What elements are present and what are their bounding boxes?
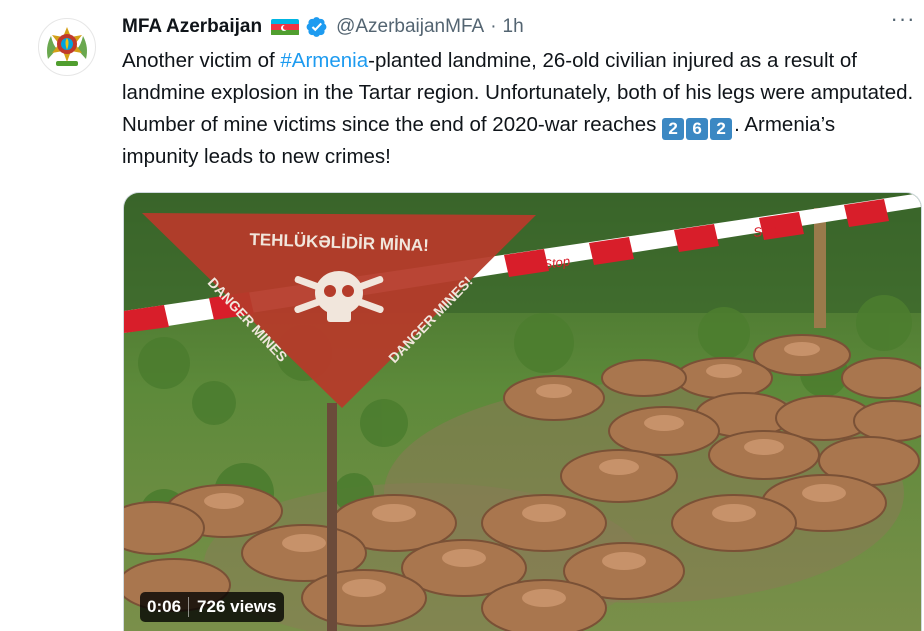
azerbaijan-emblem-icon <box>40 20 94 74</box>
azerbaijan-flag-icon <box>271 18 300 36</box>
tweet-text-part-1: Another victim of <box>122 49 281 72</box>
tweet-header: MFA Azerbaijan @AzerbaijanMFA · 1h <box>122 14 904 40</box>
video-stats-badge: 0:06 726 views <box>140 592 285 622</box>
display-name[interactable]: MFA Azerbaijan <box>122 16 262 38</box>
hashtag-link[interactable]: #Armenia <box>280 49 368 72</box>
tweet-text: Another victim of #Armenia-planted landm… <box>122 45 914 173</box>
video-player[interactable]: Stop Stop TEHLÜKƏLİDİR MİNA! DANGER MINE… <box>123 192 922 631</box>
keycap-digit-2b: 2 <box>710 118 733 140</box>
video-duration: 0:06 <box>147 597 182 616</box>
account-handle[interactable]: @AzerbaijanMFA <box>336 16 484 38</box>
view-count: 726 views <box>197 597 277 616</box>
avatar[interactable] <box>38 18 96 76</box>
timestamp[interactable]: 1h <box>503 16 524 38</box>
verified-badge-icon <box>306 17 327 37</box>
more-options-icon[interactable]: ··· <box>888 8 918 38</box>
keycap-digit-2: 2 <box>662 118 685 140</box>
separator-dot: · <box>490 16 497 37</box>
landmine-video-thumbnail: Stop Stop TEHLÜKƏLİDİR MİNA! DANGER MINE… <box>124 193 921 631</box>
keycap-digit-6: 6 <box>686 118 709 140</box>
